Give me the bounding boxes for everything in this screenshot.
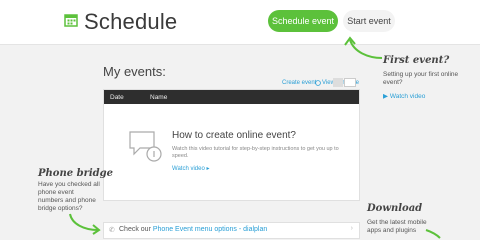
dialplan-link[interactable]: Phone Event menu options - dialplan bbox=[153, 226, 267, 233]
hint-arrow-schedule-icon bbox=[344, 36, 383, 59]
page-title: Schedule bbox=[84, 9, 178, 34]
column-date[interactable]: Date bbox=[110, 94, 124, 101]
chevron-right-icon: › bbox=[350, 225, 353, 232]
list-view-icon[interactable] bbox=[333, 78, 343, 87]
empty-state-title: How to create online event? bbox=[172, 130, 296, 141]
top-header: Schedule Schedule event Start event bbox=[0, 0, 480, 45]
bar-prefix: Check our bbox=[119, 226, 153, 233]
first-event-text: Setting up your first online event? bbox=[383, 71, 459, 86]
hint-arrow-download-icon bbox=[425, 229, 441, 239]
first-event-watch-label: Watch video bbox=[389, 93, 426, 100]
first-event-heading: First event? bbox=[383, 55, 450, 66]
calendar-icon bbox=[64, 14, 78, 27]
download-heading: Download bbox=[367, 203, 423, 214]
column-name[interactable]: Name bbox=[150, 94, 167, 101]
chat-play-icon bbox=[129, 131, 162, 162]
view-toggle[interactable] bbox=[333, 78, 357, 87]
empty-state-watch-link[interactable]: Watch video ▸ bbox=[172, 165, 209, 172]
phone-event-bar[interactable]: ✆ Check our Phone Event menu options - d… bbox=[103, 222, 360, 239]
start-event-button[interactable]: Start event bbox=[343, 10, 395, 32]
download-text: Get the latest mobile apps and plugins bbox=[367, 219, 427, 234]
timeline-icon bbox=[315, 80, 321, 86]
phone-icon: ✆ bbox=[109, 227, 115, 234]
events-table: Date Name How to create online event? Wa… bbox=[103, 89, 360, 201]
my-events-heading: My events: bbox=[103, 64, 166, 79]
schedule-event-button[interactable]: Schedule event bbox=[268, 10, 338, 32]
hint-arrow-phone-icon bbox=[69, 213, 101, 235]
first-event-watch-link[interactable]: ▶ Watch video bbox=[383, 92, 425, 100]
phone-bridge-heading: Phone bridge bbox=[38, 168, 113, 179]
phone-bridge-text: Have you checked all phone event numbers… bbox=[38, 181, 100, 212]
empty-state-description: Watch this video tutorial for step-by-st… bbox=[172, 146, 339, 159]
create-event-link[interactable]: Create event bbox=[282, 80, 316, 86]
video-icon: ▶ bbox=[383, 93, 390, 100]
table-header: Date Name bbox=[104, 90, 359, 104]
grid-view-icon[interactable] bbox=[344, 78, 356, 87]
